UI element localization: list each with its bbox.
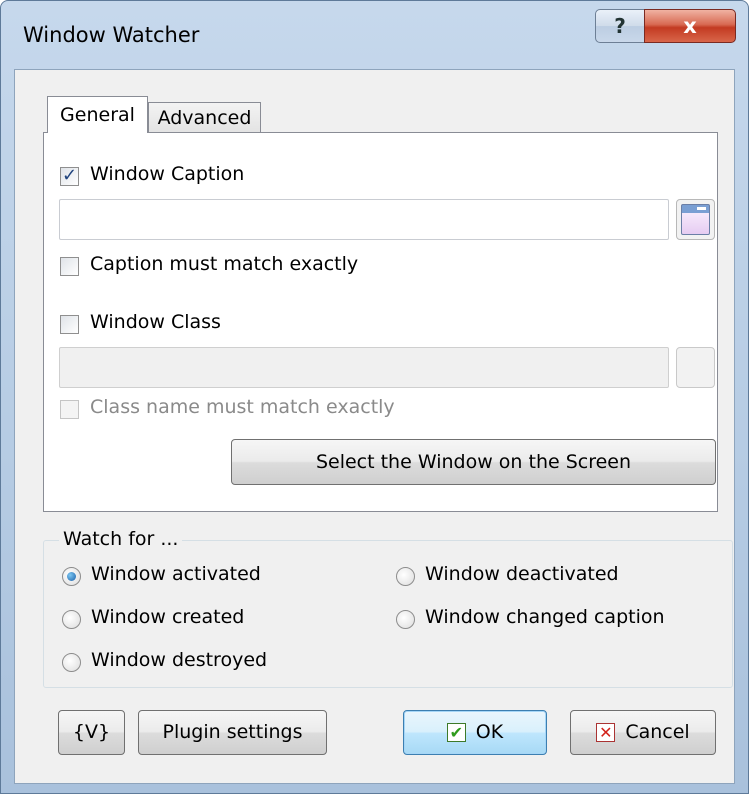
ok-label: OK xyxy=(475,721,504,743)
check-icon: ✔ xyxy=(446,723,466,742)
window-activated-label: Window activated xyxy=(91,563,261,585)
watch-for-title: Watch for ... xyxy=(59,528,183,550)
window-created-label: Window created xyxy=(91,606,245,628)
close-button[interactable]: x xyxy=(644,9,736,43)
window-caption-input[interactable] xyxy=(59,199,669,240)
class-exact-checkbox xyxy=(60,400,79,419)
window-changed-caption-label: Window changed caption xyxy=(425,606,665,628)
window-icon xyxy=(681,204,710,235)
window-destroyed-label: Window destroyed xyxy=(91,649,268,671)
help-button[interactable]: ? xyxy=(595,9,645,43)
radio-window-created[interactable] xyxy=(62,610,81,629)
variables-button[interactable]: {V} xyxy=(58,710,125,755)
cancel-label: Cancel xyxy=(625,721,690,743)
window-class-input xyxy=(59,347,669,388)
dialog-client-area: General Advanced Window Caption Caption … xyxy=(14,69,735,784)
window-class-label: Window Class xyxy=(90,311,221,333)
title-bar[interactable]: Window Watcher ? x xyxy=(1,1,748,65)
window-picker-button[interactable] xyxy=(676,199,715,240)
class-picker-button xyxy=(676,347,715,388)
window-title: Window Watcher xyxy=(23,23,200,47)
dialog-window: Window Watcher ? x General Advanced Wind… xyxy=(0,0,749,794)
x-icon: ✕ xyxy=(596,723,616,742)
window-deactivated-label: Window deactivated xyxy=(425,563,619,585)
radio-window-activated[interactable] xyxy=(62,567,81,586)
cancel-button[interactable]: ✕ Cancel xyxy=(570,710,716,755)
general-tab-panel: Window Caption Caption must match exactl… xyxy=(43,132,718,512)
plugin-settings-button[interactable]: Plugin settings xyxy=(138,710,327,755)
window-caption-checkbox[interactable] xyxy=(60,165,79,186)
caption-exact-checkbox[interactable] xyxy=(60,257,79,276)
radio-window-destroyed[interactable] xyxy=(62,653,81,672)
tab-general[interactable]: General xyxy=(47,96,148,133)
tab-advanced[interactable]: Advanced xyxy=(148,102,261,133)
select-window-button[interactable]: Select the Window on the Screen xyxy=(231,439,716,485)
window-caption-label: Window Caption xyxy=(90,163,245,185)
caption-exact-label: Caption must match exactly xyxy=(90,253,359,275)
ok-button[interactable]: ✔ OK xyxy=(403,710,547,755)
radio-window-deactivated[interactable] xyxy=(396,567,415,586)
window-class-checkbox[interactable] xyxy=(60,315,79,334)
class-exact-label: Class name must match exactly xyxy=(90,396,395,418)
radio-window-changed-caption[interactable] xyxy=(396,610,415,629)
